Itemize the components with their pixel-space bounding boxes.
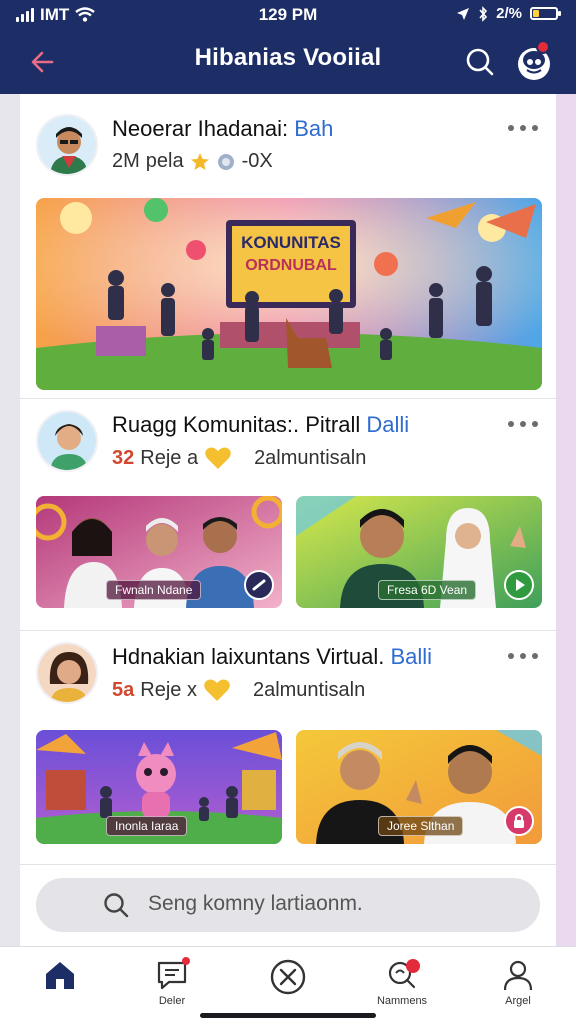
avatar[interactable] [36,114,98,176]
meta-text: pela [145,150,184,172]
battery-level [533,10,539,17]
search-icon [104,893,129,918]
community-event-illustration: KONUNITAS ORDNUBAL [36,198,542,390]
shield-check-icon[interactable] [244,570,274,600]
divider [20,630,556,631]
post-meta: 5a Reje x 2almuntisaln [112,678,365,702]
home-icon [46,962,74,989]
app-header: Hibanias Vooiial [0,30,576,94]
notification-badge [536,40,550,54]
avatar-image [38,116,96,174]
post-image[interactable]: KONUNITAS ORDNUBAL [36,198,542,390]
divider [20,864,556,865]
location-icon [457,7,470,20]
back-button[interactable] [22,42,62,82]
status-bar: IMT 129 PM 2/% [0,0,576,30]
notification-badge [406,959,420,973]
post: Hdnakian laixuntans Virtual. Balli 5a Re… [20,632,556,864]
post-meta: 32 Reje a 2almuntisaln [112,446,366,470]
profile-button[interactable] [512,40,556,84]
image-caption: Fwnaln Ndane [106,580,202,600]
author-name: Hdnakian laixuntans Virtual. [112,644,385,669]
search-button[interactable] [460,42,500,82]
post-image[interactable]: Inonla Iaraa [36,730,282,844]
post-author[interactable]: Ruagg Komunitas:. Pitrall Dalli [112,412,409,438]
nav-profile[interactable]: Argel [478,957,558,1017]
search-icon [466,48,494,76]
avatar[interactable] [36,642,98,704]
feed-container: Neoerar Ihadanai: Bah 2M pela -0X KONUNI… [20,94,556,952]
post-image[interactable]: Fwnaln Ndane [36,496,282,608]
battery-icon [530,7,561,20]
banner-title-1: KONUNITAS [241,233,341,252]
author-tag[interactable]: Bah [294,116,333,141]
more-options-button[interactable] [508,648,538,664]
nav-notifications[interactable]: Nammens [362,957,442,1017]
nav-label: Deler [158,995,186,1007]
divider [20,398,556,399]
heart-icon [205,447,231,469]
author-name: Neoerar Ihadanai: [112,116,289,141]
battery-percent: 2/% [496,5,522,22]
community-search-field[interactable]: Seng komny lartiaonm. [36,878,540,932]
meta-extra: 2almuntisaln [252,678,366,701]
author-name: Ruagg Komunitas:. Pitrall [112,412,361,437]
bluetooth-icon [479,5,488,22]
nav-label: Nammens [376,995,428,1007]
meta-extra: 2almuntisaln [254,446,367,469]
post: Neoerar Ihadanai: Bah 2M pela -0X KONUNI… [20,94,556,404]
more-options-button[interactable] [508,416,538,432]
post-author[interactable]: Hdnakian laixuntans Virtual. Balli [112,644,432,670]
nav-messages[interactable]: Deler [132,957,212,1017]
post: Ruagg Komunitas:. Pitrall Dalli 32 Reje … [20,400,556,632]
author-tag[interactable]: Dalli [366,412,409,437]
profile-icon [503,960,533,991]
lock-icon[interactable] [504,806,534,836]
avatar[interactable] [36,410,98,472]
meta-text: Reje x [140,678,197,701]
heart-icon [204,679,230,701]
image-caption: Inonla Iaraa [106,816,188,836]
image-caption: Joree Slthan [378,816,464,836]
home-indicator [200,1013,376,1018]
nav-label: Argel [505,995,531,1007]
status-right: 2/% [456,5,561,22]
close-circle-icon [270,959,306,995]
avatar-image [38,412,96,470]
post-image[interactable]: Fresa 6D Vean [296,496,542,608]
arrow-left-icon [31,51,54,73]
search-placeholder: Seng komny lartiaonm. [148,892,363,915]
globe-icon [217,153,234,170]
author-tag[interactable]: Balli [390,644,432,669]
meta-count: 32 [112,446,135,469]
nav-home[interactable] [20,957,100,1017]
image-caption: Fresa 6D Vean [378,580,477,600]
meta-extra: -0X [241,150,273,172]
more-options-button[interactable] [508,120,538,136]
meta-count: 5a [112,678,135,701]
star-icon [190,152,209,170]
page-title: Hibanias Vooiial [194,44,382,71]
meta-text: Reje a [140,446,199,469]
avatar-image [38,644,96,702]
nav-close[interactable] [248,957,328,1017]
post-image[interactable]: Joree Slthan [296,730,542,844]
post-author[interactable]: Neoerar Ihadanai: Bah [112,116,333,142]
message-badge [182,957,190,965]
post-meta: 2M pela -0X [112,150,273,173]
banner-title-2: ORDNUBAL [245,257,337,274]
play-icon[interactable] [504,570,534,600]
meta-count: 2M [112,150,140,172]
